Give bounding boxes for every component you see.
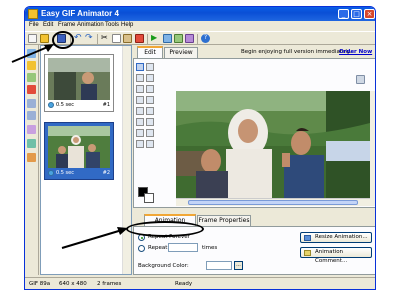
- canvas-horizontal-scrollbar[interactable]: [176, 198, 370, 206]
- status-bar: GIF 89a 640 x 480 2 frames Ready: [25, 277, 375, 289]
- repeat-label: Repeat: [148, 245, 168, 251]
- effects-icon[interactable]: [27, 125, 36, 134]
- toolbar-separator: [97, 34, 98, 44]
- app-icon: [28, 9, 38, 19]
- status-state: Ready: [175, 281, 193, 287]
- menu-tools[interactable]: Tools: [105, 22, 119, 28]
- resize-icon: [304, 235, 311, 241]
- move-up-icon[interactable]: [27, 99, 36, 108]
- minimize-button[interactable]: _: [338, 9, 349, 19]
- move-down-icon[interactable]: [27, 111, 36, 120]
- fill-ellipse-icon[interactable]: [146, 107, 154, 115]
- status-size: 640 x 480: [59, 281, 87, 287]
- crop-icon[interactable]: [27, 153, 36, 162]
- left-toolbar: [25, 45, 39, 275]
- undo-icon[interactable]: ↶: [74, 34, 83, 43]
- toolbar: ↶ ↷ ✂ ▶ ?: [25, 31, 375, 45]
- repeat-radio[interactable]: [138, 245, 145, 252]
- resize-animation-button[interactable]: Resize Animation...: [300, 232, 372, 243]
- rectangle-tool-icon[interactable]: [136, 96, 144, 104]
- menu-bar: File Edit Frame Animation Tools Help: [25, 21, 375, 31]
- comment-icon: [304, 250, 311, 256]
- repeat-count-input[interactable]: [168, 243, 198, 252]
- clock-icon: [48, 102, 54, 108]
- zoom-rect-icon[interactable]: [146, 74, 154, 82]
- frame-canvas-image[interactable]: [176, 91, 370, 198]
- remove-frame-icon[interactable]: [27, 85, 36, 94]
- background-color-swatch[interactable]: [144, 193, 154, 203]
- rect-select-icon[interactable]: [146, 63, 154, 71]
- eyedropper-tool-icon[interactable]: [136, 129, 144, 137]
- frame-2-thumbnail: [48, 126, 110, 168]
- times-label: times: [202, 245, 218, 251]
- promo-text: Begin enjoying full version immediately.: [241, 49, 352, 55]
- menu-edit[interactable]: Edit: [43, 22, 53, 28]
- line-tool-icon[interactable]: [146, 85, 154, 93]
- animation-comment-button[interactable]: Animation Comment...: [300, 247, 372, 264]
- order-now-link[interactable]: Order Now: [339, 49, 372, 55]
- redo-icon[interactable]: ↷: [85, 34, 94, 43]
- ellipse-tool-icon[interactable]: [136, 107, 144, 115]
- scrollbar-thumb[interactable]: [188, 200, 358, 205]
- frame-duration: 0.5 sec: [56, 102, 74, 108]
- pencil-tool-icon[interactable]: [136, 118, 144, 126]
- bucket-tool-icon[interactable]: [146, 129, 154, 137]
- toolbar-separator: [197, 34, 198, 44]
- select-tool-icon[interactable]: [136, 63, 144, 71]
- background-color-swatch-field[interactable]: [206, 261, 232, 270]
- menu-file[interactable]: File: [29, 22, 39, 28]
- frame-2[interactable]: 0.5 sec #2: [44, 122, 114, 180]
- save-pointer-arrow: [11, 44, 54, 63]
- delete-icon[interactable]: [135, 34, 144, 43]
- background-color-browse-button[interactable]: ...: [234, 261, 243, 270]
- frame-icon[interactable]: [163, 34, 172, 43]
- zoom-in-icon[interactable]: [136, 140, 144, 148]
- frame-number: #1: [102, 102, 110, 108]
- menu-frame[interactable]: Frame: [58, 22, 75, 28]
- animation-comment-label: Animation Comment...: [315, 249, 348, 264]
- status-format: GIF 89a: [29, 281, 51, 287]
- maximize-button[interactable]: □: [351, 9, 362, 19]
- cut-icon[interactable]: ✂: [101, 34, 110, 43]
- tab-edit[interactable]: Edit: [137, 46, 163, 58]
- editor-panel: [133, 58, 375, 208]
- toolbar-separator: [147, 34, 148, 44]
- status-frames: 2 frames: [97, 281, 122, 287]
- frame-number: #2: [102, 170, 110, 176]
- help-icon[interactable]: ?: [201, 34, 210, 43]
- copy-icon[interactable]: [112, 34, 121, 43]
- canvas-vertical-scrollbar[interactable]: [370, 91, 375, 206]
- window-title: Easy GIF Animator 4: [41, 9, 119, 18]
- frame-duration: 0.5 sec: [56, 170, 74, 176]
- repeat-forever-pointer-arrow: [61, 227, 128, 249]
- play-icon[interactable]: ▶: [151, 34, 160, 43]
- image-icon[interactable]: [174, 34, 183, 43]
- resize-animation-label: Resize Animation...: [315, 234, 368, 240]
- text-tool-icon[interactable]: [136, 85, 144, 93]
- paste-icon[interactable]: [123, 34, 132, 43]
- menu-help[interactable]: Help: [121, 22, 133, 28]
- fill-rect-icon[interactable]: [146, 96, 154, 104]
- effect-icon[interactable]: [185, 34, 194, 43]
- title-bar: Easy GIF Animator 4 _ □ ×: [25, 7, 375, 21]
- zoom-out-icon[interactable]: [146, 140, 154, 148]
- repeat-forever-highlight-ellipse: [126, 221, 204, 237]
- move-tool-icon[interactable]: [136, 74, 144, 82]
- clock-icon: [48, 170, 54, 176]
- tab-frame-properties[interactable]: Frame Properties: [197, 215, 251, 226]
- close-button[interactable]: ×: [364, 9, 375, 19]
- background-color-label: Background Color:: [138, 263, 189, 269]
- canvas-options-icon[interactable]: [356, 75, 365, 84]
- tab-preview[interactable]: Preview: [164, 47, 198, 58]
- banner-icon[interactable]: [27, 139, 36, 148]
- frame-1-thumbnail: [48, 58, 110, 100]
- menu-animation[interactable]: Animation: [77, 22, 104, 28]
- brush-tool-icon[interactable]: [146, 118, 154, 126]
- duplicate-icon[interactable]: [27, 73, 36, 82]
- drawing-tools: [136, 63, 156, 163]
